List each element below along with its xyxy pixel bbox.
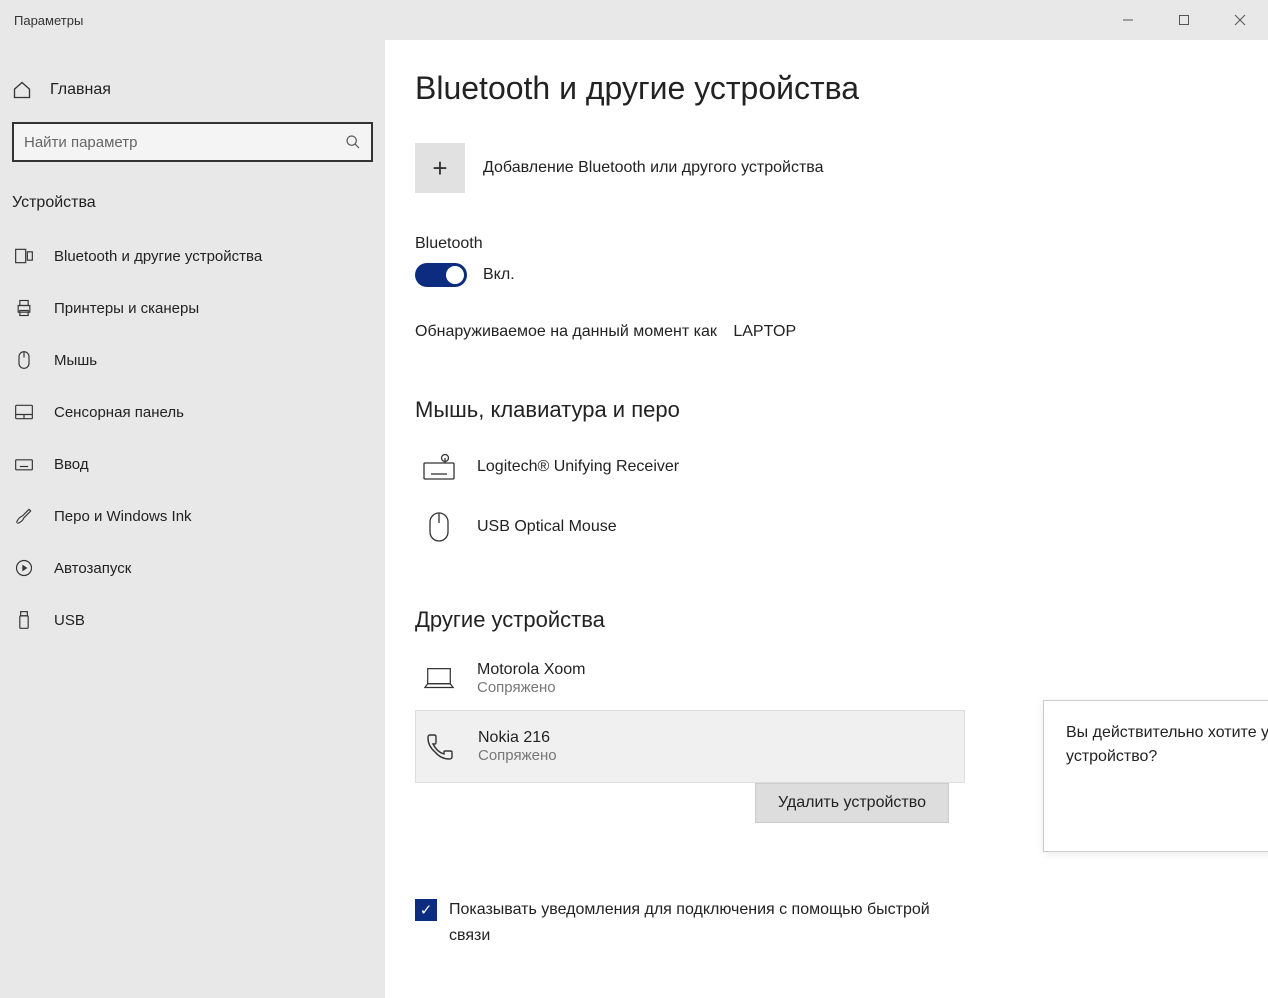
bluetooth-toggle[interactable] bbox=[415, 263, 467, 287]
discoverable-name: LAPTOP bbox=[733, 323, 796, 340]
mouse-device-icon bbox=[423, 511, 455, 543]
sidebar-item-pen[interactable]: Перо и Windows Ink bbox=[0, 490, 385, 542]
sidebar-category: Устройства bbox=[0, 180, 385, 230]
sidebar-item-label: Автозапуск bbox=[54, 560, 131, 577]
sidebar: Главная Устройства Bluetooth и другие ус… bbox=[0, 40, 385, 998]
home-link[interactable]: Главная bbox=[0, 70, 385, 110]
sidebar-item-autoplay[interactable]: Автозапуск bbox=[0, 542, 385, 594]
sidebar-item-usb[interactable]: USB bbox=[0, 594, 385, 646]
search-input-wrapper[interactable] bbox=[12, 122, 373, 162]
checkbox-checked-icon[interactable]: ✓ bbox=[415, 899, 437, 921]
device-item[interactable]: USB Optical Mouse bbox=[415, 497, 965, 557]
checkbox-label: Показывать уведомления для подключения с… bbox=[449, 897, 975, 948]
swift-pair-checkbox-row[interactable]: ✓ Показывать уведомления для подключения… bbox=[415, 897, 975, 948]
home-label: Главная bbox=[50, 81, 111, 99]
window-controls bbox=[1100, 0, 1268, 40]
add-device-button[interactable]: + Добавление Bluetooth или другого устро… bbox=[415, 143, 1268, 193]
search-input[interactable] bbox=[24, 134, 345, 151]
sidebar-item-label: Принтеры и сканеры bbox=[54, 300, 199, 317]
device-name: USB Optical Mouse bbox=[477, 518, 617, 536]
titlebar: Параметры bbox=[0, 0, 1268, 40]
add-device-label: Добавление Bluetooth или другого устройс… bbox=[483, 159, 824, 177]
device-name: Logitech® Unifying Receiver bbox=[477, 458, 679, 476]
bluetooth-state: Вкл. bbox=[483, 266, 515, 284]
touchpad-icon bbox=[14, 402, 34, 422]
sidebar-item-label: USB bbox=[54, 612, 85, 629]
main-content: Bluetooth и другие устройства + Добавлен… bbox=[385, 40, 1268, 998]
laptop-device-icon bbox=[423, 663, 455, 695]
mouse-icon bbox=[14, 350, 34, 370]
minimize-button[interactable] bbox=[1100, 0, 1156, 40]
keyboard-icon bbox=[14, 454, 34, 474]
remove-device-button[interactable]: Удалить устройство bbox=[755, 783, 949, 823]
device-status: Сопряжено bbox=[478, 747, 557, 764]
sidebar-item-touchpad[interactable]: Сенсорная панель bbox=[0, 386, 385, 438]
device-item-selected[interactable]: Nokia 216 Сопряжено bbox=[415, 710, 965, 783]
sidebar-item-label: Перо и Windows Ink bbox=[54, 508, 192, 525]
section-mouse-keyboard-pen: Мышь, клавиатура и перо bbox=[415, 397, 1268, 423]
device-status: Сопряжено bbox=[477, 679, 586, 696]
maximize-icon bbox=[1178, 14, 1190, 26]
sidebar-item-label: Bluetooth и другие устройства bbox=[54, 248, 262, 265]
keyboard-device-icon bbox=[423, 451, 455, 483]
confirm-text: Вы действительно хотите удалить это устр… bbox=[1066, 721, 1268, 769]
device-item[interactable]: Motorola Xoom Сопряжено bbox=[415, 647, 965, 710]
device-item[interactable]: Logitech® Unifying Receiver bbox=[415, 437, 965, 497]
device-name: Nokia 216 bbox=[478, 729, 557, 747]
phone-device-icon bbox=[424, 731, 456, 763]
close-button[interactable] bbox=[1212, 0, 1268, 40]
minimize-icon bbox=[1122, 14, 1134, 26]
window-title: Параметры bbox=[0, 13, 83, 28]
home-icon bbox=[12, 80, 32, 100]
search-icon bbox=[345, 134, 361, 150]
sidebar-item-printers[interactable]: Принтеры и сканеры bbox=[0, 282, 385, 334]
discoverable-text: Обнаруживаемое на данный момент как LAPT… bbox=[415, 323, 1268, 341]
printer-icon bbox=[14, 298, 34, 318]
bluetooth-label: Bluetooth bbox=[415, 235, 1268, 253]
page-title: Bluetooth и другие устройства bbox=[415, 70, 1268, 107]
sidebar-item-label: Мышь bbox=[54, 352, 97, 369]
sidebar-item-label: Ввод bbox=[54, 456, 89, 473]
autoplay-icon bbox=[14, 558, 34, 578]
discoverable-prefix: Обнаруживаемое на данный момент как bbox=[415, 323, 717, 340]
close-icon bbox=[1234, 14, 1246, 26]
maximize-button[interactable] bbox=[1156, 0, 1212, 40]
sidebar-item-typing[interactable]: Ввод bbox=[0, 438, 385, 490]
sidebar-item-bluetooth[interactable]: Bluetooth и другие устройства bbox=[0, 230, 385, 282]
sidebar-item-mouse[interactable]: Мышь bbox=[0, 334, 385, 386]
sidebar-item-label: Сенсорная панель bbox=[54, 404, 184, 421]
usb-icon bbox=[14, 610, 34, 630]
section-other-devices: Другие устройства bbox=[415, 607, 1268, 633]
plus-icon: + bbox=[415, 143, 465, 193]
device-name: Motorola Xoom bbox=[477, 661, 586, 679]
pen-icon bbox=[14, 506, 34, 526]
confirm-dialog: Вы действительно хотите удалить это устр… bbox=[1043, 700, 1268, 852]
devices-icon bbox=[14, 246, 34, 266]
